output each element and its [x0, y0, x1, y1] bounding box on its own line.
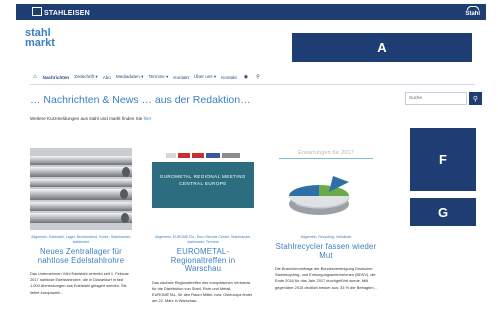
article-title[interactable]: EUROMETAL-Regionaltreffen in Warschau — [152, 247, 254, 274]
stahleisen-brand-label: STAHLEISEN — [44, 10, 90, 17]
page-heading: … Nachrichten & News … aus der Redaktion… — [30, 94, 251, 106]
article-image-pipes[interactable] — [30, 148, 132, 230]
nav-item-kontakt-2[interactable]: Kontakt — [221, 75, 237, 80]
search-input[interactable]: Suche — [405, 92, 467, 105]
article-title[interactable]: Stahlrecycler fassen wieder Mut — [275, 242, 377, 260]
lock-icon[interactable]: ◉ — [244, 74, 248, 80]
stahleisen-brand[interactable]: STAHLEISEN — [32, 7, 90, 17]
search-icon[interactable]: ⚲ — [256, 74, 260, 80]
search-placeholder: Suche — [409, 95, 423, 100]
nav-item-mediadaten[interactable]: Mediadaten ▾ — [116, 74, 144, 80]
article-title[interactable]: Neues Zentrallager für nahtlose Edelstah… — [30, 247, 132, 265]
nav-item-ueber-uns[interactable]: Über uns ▾ — [194, 74, 216, 80]
article-categories[interactable]: Allgemein, EUROMETAL, Euro Service Cente… — [152, 235, 254, 245]
article-categories[interactable]: Allgemein, Edelstahl, Lager, Nichtrosten… — [30, 235, 132, 245]
nav-item-nachrichten[interactable]: Nachrichten — [43, 75, 70, 80]
placeholder-a: A — [292, 33, 472, 62]
top-brand-bar: STAHLEISEN Stahl — [16, 4, 486, 20]
article-card: Allgemein, Edelstahl, Lager, Nichtrosten… — [30, 148, 132, 296]
nav-item-termine[interactable]: Termine ▾ — [148, 74, 168, 80]
steel-pipes-image — [30, 148, 132, 230]
logo-line-2: markt — [25, 37, 55, 49]
nav-item-kontakt[interactable]: Kontakt — [173, 75, 189, 80]
stahl-logo-icon — [466, 6, 479, 10]
stahl-brand[interactable]: Stahl — [465, 6, 480, 17]
partner-logos — [166, 153, 242, 159]
placeholder-f: F — [410, 128, 476, 191]
article-card: EUROMETAL REGIONAL MEETING CENTRAL EUROP… — [152, 148, 254, 304]
banner-line-1: EUROMETAL REGIONAL MEETING — [160, 174, 246, 179]
intro-text-label: Weitere Kurzmeldungen aus stahl und mark… — [30, 116, 143, 121]
article-categories[interactable]: Allgemein, Recycling, Verbände — [275, 235, 377, 240]
nav-divider — [30, 84, 475, 85]
placeholder-g: G — [410, 198, 476, 226]
pie-chart-graphic — [289, 176, 350, 215]
search-icon: ⚲ — [472, 95, 479, 103]
article-excerpt: Das Unternehmen Vöhl Edelstahl vertreibt… — [30, 271, 129, 295]
main-nav: ⌂ Nachrichten Zeitschrift ▾ Abo Mediadat… — [33, 72, 266, 82]
nav-item-abo[interactable]: Abo — [103, 75, 111, 80]
home-icon[interactable]: ⌂ — [33, 74, 37, 80]
nav-item-zeitschrift[interactable]: Zeitschrift ▾ — [74, 74, 98, 80]
search-button[interactable]: ⚲ — [469, 92, 482, 105]
article-excerpt: Die Branchenumfrage der Bundesvereinigun… — [275, 266, 377, 290]
site-logo[interactable]: stahl markt — [25, 28, 55, 49]
article-card: Erwartungen für 2017 Allgemein, Recyclin… — [275, 148, 377, 291]
article-image-chart[interactable]: Erwartungen für 2017 — [275, 148, 377, 230]
intro-link[interactable]: hier — [144, 116, 152, 121]
intro-text: Weitere Kurzmeldungen aus stahl und mark… — [30, 116, 151, 121]
stahl-brand-label: Stahl — [465, 11, 480, 17]
eurometal-banner: EUROMETAL REGIONAL MEETING CENTRAL EUROP… — [152, 162, 254, 208]
article-image-eurometal[interactable]: EUROMETAL REGIONAL MEETING CENTRAL EUROP… — [152, 148, 254, 230]
stahleisen-logo-icon — [32, 7, 42, 16]
article-excerpt: Das nächste Regionaltreffen des europäis… — [152, 279, 253, 304]
banner-line-2: CENTRAL EUROPE — [179, 181, 227, 186]
